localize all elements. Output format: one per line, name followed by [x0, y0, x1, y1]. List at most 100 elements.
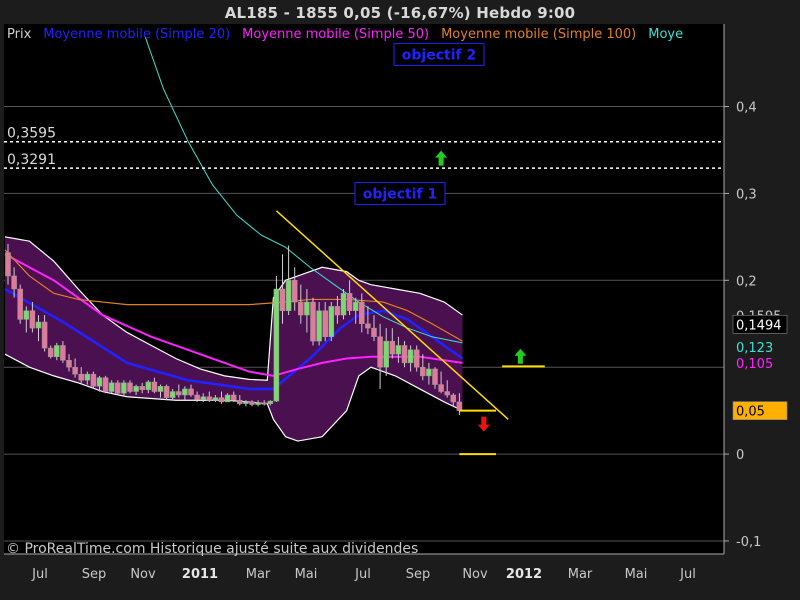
candle-body — [279, 288, 286, 311]
candle-body — [450, 394, 457, 403]
objective-label: objectif 2 — [402, 47, 476, 63]
x-tick-label: Jul — [31, 567, 48, 582]
candle-body — [115, 382, 121, 394]
value-label: 0,105 — [736, 357, 773, 372]
candle-body — [200, 396, 206, 400]
candle-body — [383, 340, 389, 368]
candle-body — [389, 340, 396, 355]
legend: Prix Moyenne mobile (Simple 20) Moyenne mo… — [7, 27, 683, 42]
candle-body — [237, 399, 243, 404]
candle-body — [23, 310, 30, 320]
x-tick-label: Jul — [679, 567, 696, 582]
candle-body — [243, 401, 249, 404]
x-tick-label: Mai — [625, 567, 648, 582]
candle-body — [176, 391, 182, 396]
x-tick-label: 2011 — [182, 567, 218, 582]
candle-body — [365, 323, 371, 329]
candle-body — [96, 377, 103, 387]
candle-body — [291, 280, 298, 303]
candle-body — [456, 401, 463, 411]
value-label: 0,05 — [736, 405, 765, 420]
legend-item: Moyenne mobile (Simple 50) — [242, 27, 429, 42]
y-tick-label: 0,2 — [736, 274, 757, 289]
candle-body — [316, 310, 322, 342]
candle-body — [151, 381, 158, 392]
candle-body — [41, 321, 48, 349]
candle-body — [169, 391, 176, 398]
candle-body — [444, 391, 450, 396]
legend-item: Moye — [648, 27, 683, 42]
candle-body — [255, 402, 261, 405]
candle-body — [102, 377, 109, 392]
candle-body — [194, 394, 200, 400]
candle-body — [438, 384, 444, 392]
x-tick-label: Jul — [354, 567, 371, 582]
level-label: 0,3291 — [7, 152, 56, 168]
x-tick-label: 2012 — [506, 567, 542, 582]
candle-body — [420, 366, 426, 377]
y-tick-label: 0,4 — [736, 101, 757, 116]
candle-body — [267, 400, 274, 404]
y-tick-label: 0,3 — [736, 187, 757, 202]
candle-body — [139, 386, 145, 391]
x-tick-label: Nov — [462, 567, 488, 582]
candle-body — [285, 280, 292, 311]
candle-body — [426, 368, 432, 377]
x-axis: Jul Sep Nov 2011 Mar Mai Jul Sep Nov 2012 Mar Mai Ju… — [4, 553, 724, 582]
candle-body — [334, 306, 341, 316]
candle-body — [249, 401, 255, 405]
candle-body — [359, 301, 365, 325]
candle-body — [54, 345, 60, 358]
candle-body — [304, 301, 310, 316]
candle-body — [395, 345, 402, 355]
candle-body — [72, 366, 78, 375]
candle-body — [188, 388, 194, 396]
legend-item: Moyenne mobile (Simple 20) — [43, 27, 230, 42]
candle-body — [145, 381, 152, 391]
candle-body — [29, 310, 36, 329]
candle-body — [60, 345, 66, 361]
candle-body — [11, 275, 17, 290]
candle-body — [401, 345, 408, 364]
candle-body — [90, 373, 97, 387]
x-tick-label: Sep — [406, 567, 431, 582]
y-tick-label: -0,1 — [736, 535, 761, 550]
candle-body — [371, 327, 377, 338]
candle-body — [108, 382, 115, 392]
candle-body — [310, 301, 316, 342]
candle-body — [47, 347, 54, 358]
legend-item: Prix — [7, 27, 32, 42]
copyright-text: © ProRealTime.com Historique ajusté suit… — [6, 541, 418, 557]
candle-body — [413, 349, 420, 368]
y-tick-label: 0 — [736, 448, 744, 463]
candle-body — [163, 386, 170, 398]
x-tick-label: Nov — [130, 567, 156, 582]
level-label: 0,3595 — [7, 126, 56, 142]
price-chart[interactable]: 0,3595 0,3291 objectif 1 objectif 2 0,4 0,3 0… — [0, 0, 800, 600]
objective-label: objectif 1 — [363, 186, 437, 202]
x-tick-label: Sep — [82, 567, 107, 582]
candle-body — [322, 310, 328, 338]
candle-body — [84, 373, 91, 381]
candle-body — [121, 382, 127, 394]
candle-body — [133, 386, 139, 392]
candle-body — [78, 373, 84, 381]
candle-body — [352, 301, 359, 311]
candle-body — [346, 293, 353, 311]
candle-body — [328, 306, 335, 338]
candle-body — [127, 382, 133, 392]
candle-body — [157, 386, 164, 392]
value-label: 0,1494 — [736, 318, 782, 333]
legend-item: Moyenne mobile (Simple 100) — [441, 27, 636, 42]
candle-body — [182, 388, 188, 396]
candle-body — [298, 301, 304, 316]
value-label: 0,123 — [736, 341, 773, 356]
candle-body — [261, 402, 267, 405]
candle-body — [17, 288, 23, 320]
y-axis: 0,40,30,20-0,10,15950,14940,1230,1050,05 — [723, 24, 788, 554]
candle-body — [273, 288, 280, 402]
candle-body — [35, 321, 42, 329]
candle-body — [230, 394, 237, 401]
candle-body — [66, 359, 72, 368]
x-tick-label: Mar — [568, 567, 593, 582]
